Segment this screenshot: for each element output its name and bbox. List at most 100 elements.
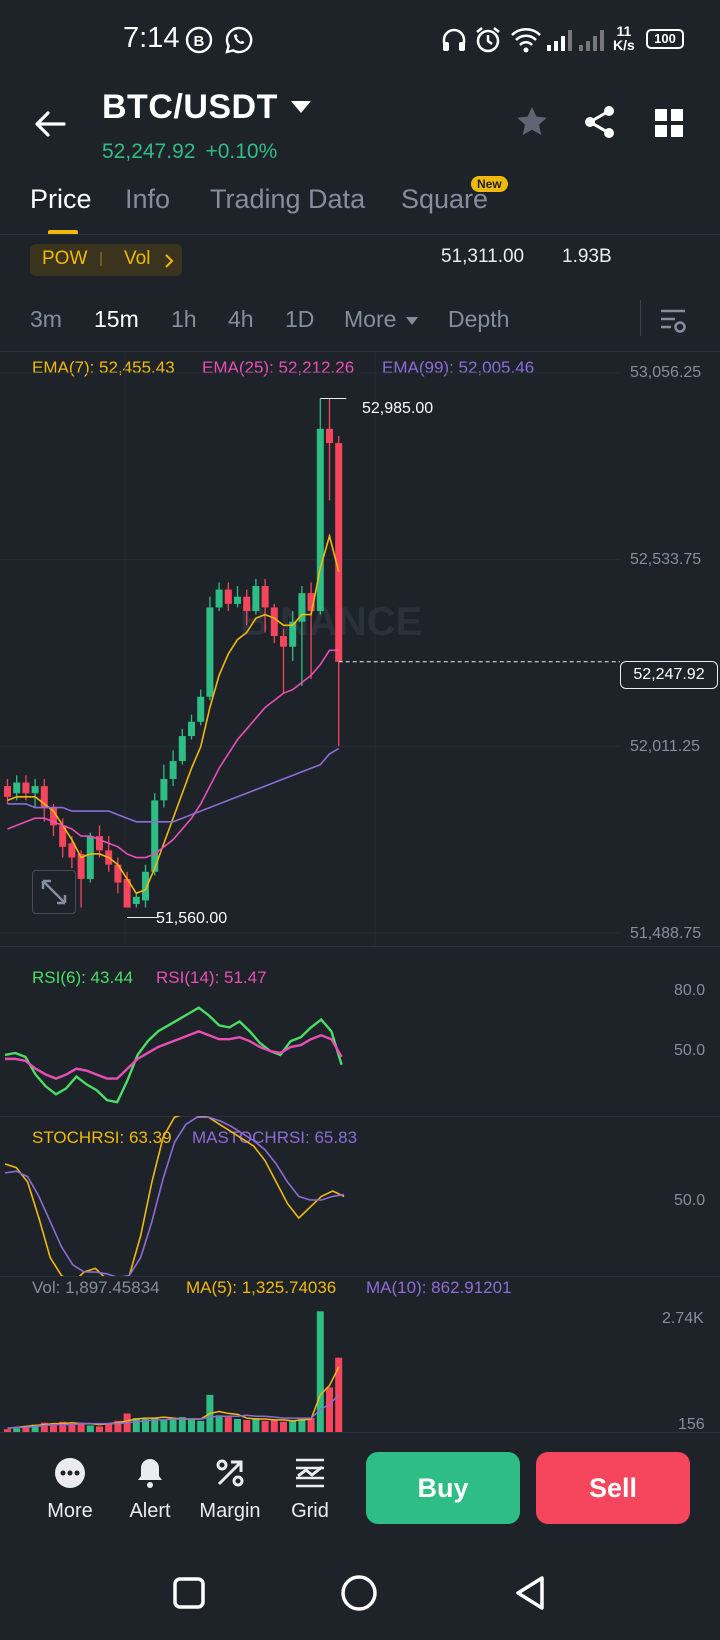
pair-title[interactable]: BTC/USDT [102,88,278,127]
pow-tag: POW [42,248,88,269]
divider [0,234,720,235]
candle-body [132,896,140,904]
candle-body [252,586,260,612]
grid-view-icon[interactable] [654,108,684,138]
volume-chart [4,1311,343,1432]
alert-label[interactable]: Alert [110,1500,190,1523]
interval-depth[interactable]: Depth [448,306,509,333]
candle-body [335,443,343,662]
alert-button[interactable] [110,1456,190,1495]
candle-body [243,596,251,612]
volume-bar [316,1311,324,1432]
back-nav-icon[interactable] [512,1574,548,1612]
share-icon[interactable] [583,104,617,140]
stat-value-1: 51,311.00 [441,246,525,267]
interval-3m[interactable]: 3m [30,306,62,333]
headphones-icon [442,28,466,51]
bell-icon [138,1459,162,1488]
status-time: 7:14 [123,22,180,54]
candle-body [160,778,168,801]
expand-button[interactable] [32,870,76,914]
candle-body [4,786,11,797]
interval-1d[interactable]: 1D [285,306,314,333]
star-icon[interactable] [514,104,550,140]
candle-body [234,596,241,604]
new-badge: New [471,176,508,192]
candle-body [215,589,223,608]
candle-body [86,836,94,879]
current-price-tag: 52,247.92 [620,661,718,689]
expand-icon [41,879,67,905]
volume-bar [252,1418,260,1432]
mastochrsi-line [4,1116,345,1276]
alarm-icon [476,27,500,53]
interval-divider [640,300,641,336]
volume-bar [261,1420,269,1432]
home-icon[interactable] [340,1574,378,1612]
candle-body [169,761,177,779]
grid-button[interactable] [270,1456,350,1495]
volume-bar [326,1387,333,1432]
candlestick-chart[interactable]: BINANCE [0,352,720,946]
more-button[interactable] [30,1456,110,1495]
interval-more[interactable]: More [344,306,396,333]
stochrsi-chart [4,1116,345,1276]
rsi6-line [4,1006,343,1104]
interval-4h[interactable]: 4h [228,306,254,333]
more-caret-icon[interactable] [405,316,419,326]
back-arrow-icon[interactable] [30,104,70,144]
volume-bar [169,1419,177,1432]
margin-label[interactable]: Margin [190,1500,270,1523]
candle-body [142,871,149,901]
chart-settings-icon[interactable] [659,307,687,335]
candle-body [13,782,21,794]
volume-bar [215,1415,223,1432]
candle-body [280,636,287,647]
sell-button[interactable]: Sell [536,1452,690,1524]
more-label[interactable]: More [30,1500,110,1523]
volume-bar [105,1423,113,1432]
grid-label[interactable]: Grid [270,1500,350,1523]
volume-bar [298,1419,306,1432]
tab-info[interactable]: Info [125,184,170,215]
candle-body [270,607,278,637]
divider [0,1432,720,1433]
b-app-icon: B [185,26,213,54]
candle-body [188,721,195,737]
candle-body [326,428,333,444]
signal-2-icon [579,30,604,51]
candles [4,398,343,908]
recent-apps-icon[interactable] [172,1576,206,1610]
more-icon [55,1458,85,1488]
percent-icon [216,1459,244,1487]
margin-button[interactable] [190,1456,270,1495]
volume-bar [280,1421,287,1432]
volume-bar [68,1424,76,1432]
high-marker: 52,985.00 [362,400,434,417]
vol-tag: Vol [124,248,151,269]
tab-trading-data[interactable]: Trading Data [210,184,365,215]
price-markers [127,397,620,919]
battery-icon: 100 [646,29,684,49]
tab-bar: Price Info Trading Data Square [0,180,720,235]
volume-bar [224,1417,232,1432]
buy-button[interactable]: Buy [366,1452,520,1524]
chevron-down-icon[interactable] [290,100,312,114]
stochrsi-line [4,1116,345,1276]
interval-15m[interactable]: 15m [94,306,139,333]
tag-separator [100,252,102,266]
volume-bar [289,1420,297,1432]
grid-trading-icon [296,1458,324,1488]
volume-bar [197,1420,205,1432]
wifi-icon [511,28,541,53]
volume-bar [160,1419,168,1432]
volume-bar [188,1419,195,1432]
low-marker: 51,560.00 [156,910,228,927]
tab-price[interactable]: Price [30,184,92,215]
svg-text:B: B [194,33,205,50]
candle-body [197,696,205,722]
interval-1h[interactable]: 1h [171,306,197,333]
tag-chip[interactable]: POW Vol [30,244,182,276]
signal-1-icon [547,30,572,51]
candle-body [261,586,269,608]
